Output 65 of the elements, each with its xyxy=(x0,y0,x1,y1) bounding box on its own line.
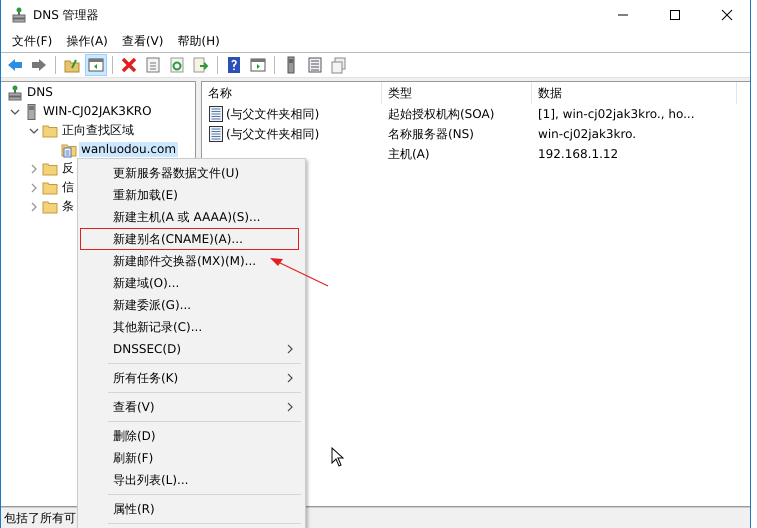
submenu-chevron-icon xyxy=(286,402,294,412)
context-menu-item[interactable]: 新建别名(CNAME)(A)... xyxy=(80,228,299,250)
window-title: DNS 管理器 xyxy=(33,6,100,24)
context-menu-item[interactable]: 查看(V) xyxy=(80,396,303,418)
tree-item[interactable]: DNS xyxy=(25,85,55,100)
context-menu-item[interactable]: 新建域(O)... xyxy=(80,272,303,294)
copy-icon xyxy=(330,56,348,74)
toolbar-button[interactable] xyxy=(85,54,107,76)
context-menu-item[interactable]: 刷新(F) xyxy=(80,447,303,469)
forward-arrow-icon xyxy=(30,56,48,74)
context-menu-item[interactable]: 导出列表(L)... xyxy=(80,469,303,491)
folder-icon xyxy=(42,198,58,214)
back-arrow-icon xyxy=(6,56,24,74)
help-icon xyxy=(225,56,243,74)
properties-icon xyxy=(144,56,162,74)
tree-item[interactable]: 条 xyxy=(60,199,76,214)
tree-item[interactable]: 反 xyxy=(60,161,76,176)
column-header[interactable]: 类型 xyxy=(382,82,532,104)
close-icon xyxy=(721,9,733,21)
maximize-icon xyxy=(669,9,681,21)
tree-item[interactable]: 正向查找区域 xyxy=(60,123,136,138)
context-menu-item[interactable]: 所有任务(K) xyxy=(80,367,303,389)
refresh-icon xyxy=(168,56,186,74)
annotation-arrow xyxy=(270,258,328,287)
table-cell: (与父文件夹相同) xyxy=(226,106,320,122)
export-icon xyxy=(192,56,210,74)
dns-server-icon xyxy=(11,7,27,23)
column-header[interactable]: 数据 xyxy=(532,82,737,104)
table-cell-text: 主机(A) xyxy=(387,146,431,162)
menu-item[interactable]: 文件(F) xyxy=(5,30,60,52)
context-menu-item[interactable]: 新建委派(G)... xyxy=(80,294,303,316)
record-icon xyxy=(208,126,224,142)
context-menu-item[interactable]: 其他新记录(C)... xyxy=(80,316,303,338)
menu-item[interactable]: 操作(A) xyxy=(59,30,115,52)
mouse-cursor-icon xyxy=(331,447,345,467)
record-icon xyxy=(208,106,224,122)
context-menu-item[interactable]: 删除(D) xyxy=(80,425,303,447)
folder-icon xyxy=(42,122,58,138)
submenu-chevron-icon xyxy=(286,373,294,383)
menu-item[interactable]: 帮助(H) xyxy=(170,30,227,52)
context-menu-item[interactable]: DNSSEC(D) xyxy=(80,338,303,360)
context-menu-item[interactable]: 更新服务器数据文件(U) xyxy=(80,162,303,184)
list-icon xyxy=(306,56,324,74)
table-cell-text: win-cj02jak3kro. xyxy=(537,127,638,141)
folder-icon xyxy=(42,160,58,176)
tree-item[interactable]: 信 xyxy=(60,180,76,195)
tree-item[interactable]: wanluodou.com xyxy=(79,142,178,157)
column-header[interactable]: 名称 xyxy=(202,82,382,104)
context-menu-item[interactable]: 新建邮件交换器(MX)(M)... xyxy=(80,250,303,272)
tree-item[interactable]: WIN-CJ02JAK3KRO xyxy=(41,104,154,119)
table-cell-text: 192.168.1.12 xyxy=(537,147,620,161)
delete-icon xyxy=(120,56,138,74)
folder-icon xyxy=(42,180,58,196)
table-cell-text: 名称服务器(NS) xyxy=(387,126,475,142)
table-cell-text: 起始授权机构(SOA) xyxy=(387,106,496,122)
dns-server-icon xyxy=(7,84,23,100)
context-menu-item[interactable]: 重新加载(E) xyxy=(80,184,303,206)
panel-icon xyxy=(249,56,267,74)
submenu-chevron-icon xyxy=(286,344,294,354)
context-menu-item[interactable]: 新建主机(A 或 AAAA)(S)... xyxy=(80,206,303,228)
table-cell-text: [1], win-cj02jak3kro., ho... xyxy=(537,107,696,121)
panel-icon xyxy=(87,56,105,74)
menu-item[interactable]: 查看(V) xyxy=(114,30,170,52)
table-cell: (与父文件夹相同) xyxy=(226,126,320,142)
zone-file-icon xyxy=(61,142,77,158)
